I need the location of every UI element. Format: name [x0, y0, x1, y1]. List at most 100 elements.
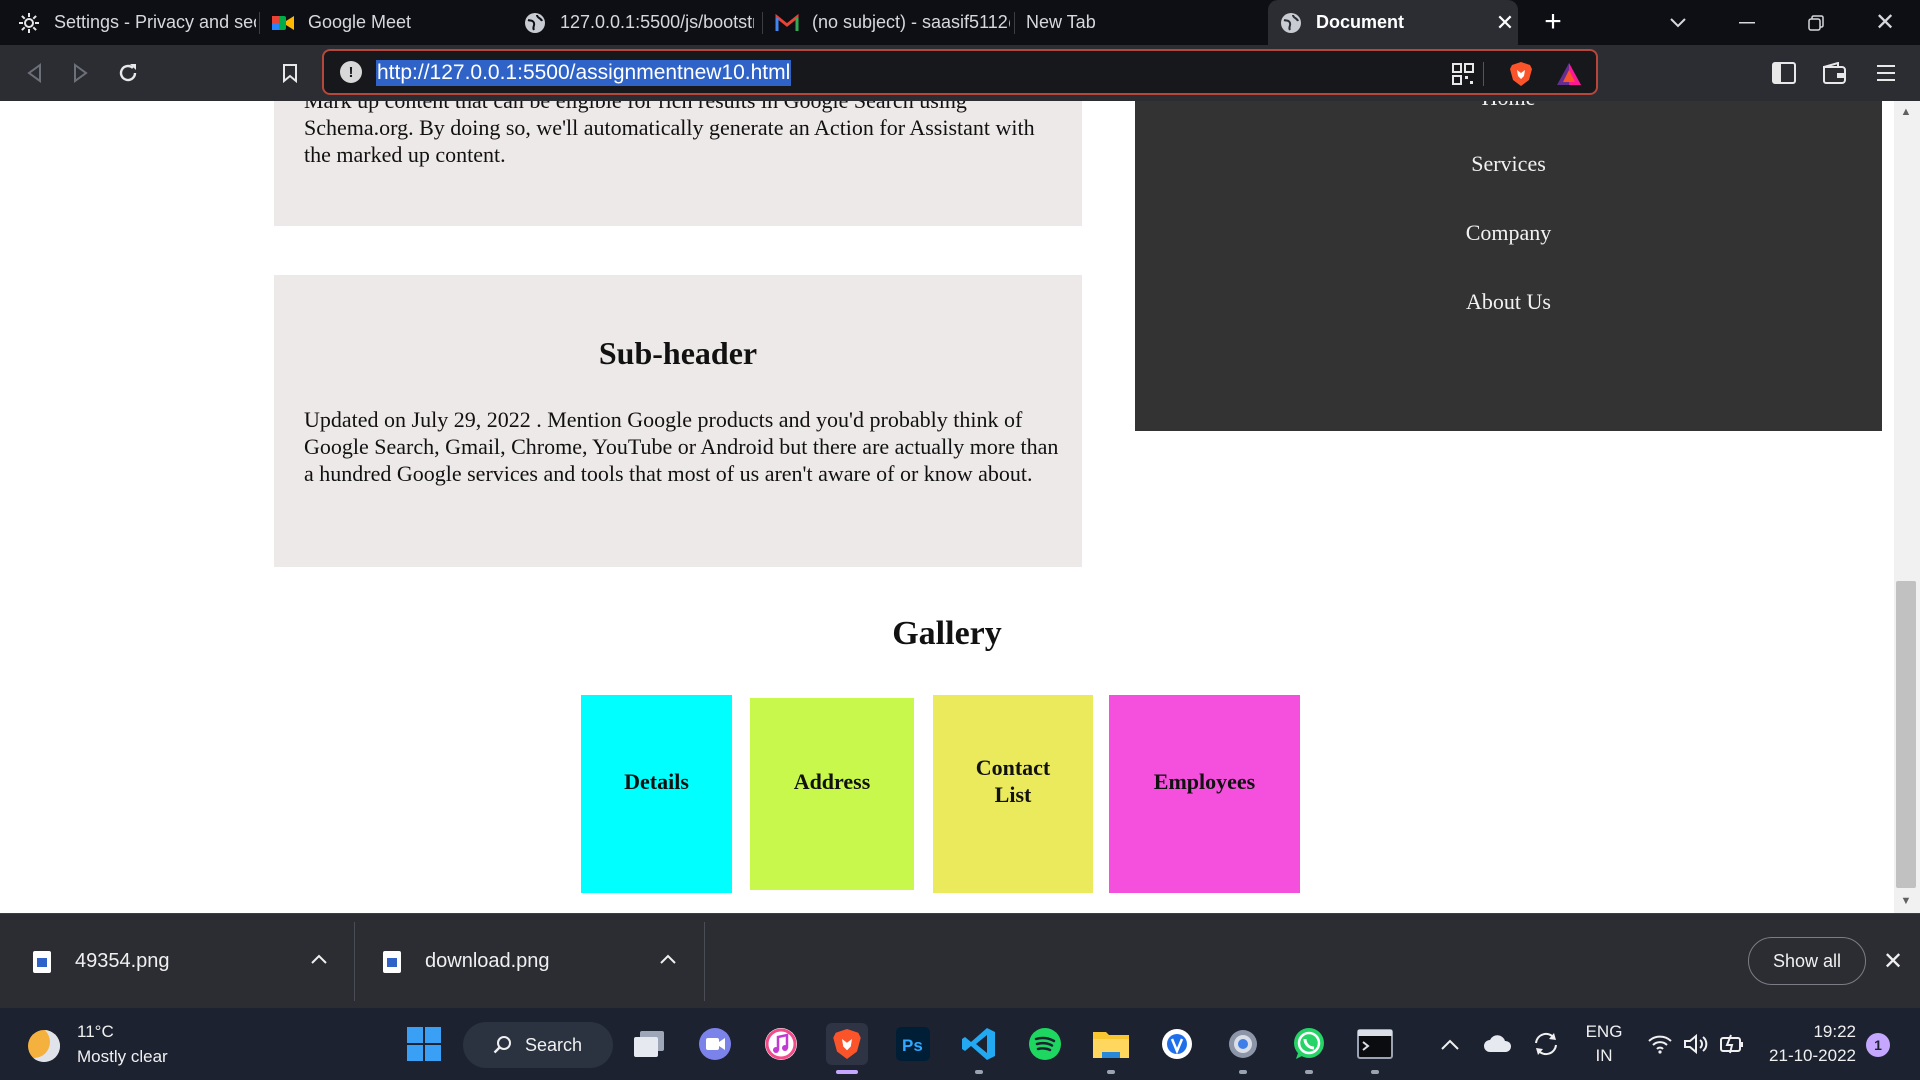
show-all-button[interactable]: Show all: [1748, 937, 1866, 985]
clock-time[interactable]: 19:22: [1756, 1022, 1856, 1042]
bookmark-icon[interactable]: [272, 55, 308, 91]
menu-icon[interactable]: [1868, 55, 1904, 91]
clock-date[interactable]: 21-10-2022: [1756, 1046, 1856, 1066]
show-hidden-icons-chevron-icon[interactable]: [1430, 1023, 1470, 1065]
page-viewport: Mark up content that can be eligible for…: [0, 101, 1920, 913]
scroll-down-arrow-icon[interactable]: ▼: [1896, 892, 1916, 910]
card-text-cutoff: Mark up content that can be eligible for…: [304, 101, 1064, 114]
nav-link-services[interactable]: Services: [1135, 151, 1882, 177]
url-text[interactable]: http://127.0.0.1:5500/assignmentnew10.ht…: [376, 60, 792, 86]
card-text: Updated on July 29, 2022 . Mention Googl…: [304, 407, 1059, 486]
nav-link-about-us[interactable]: About Us: [1135, 289, 1882, 315]
photoshop-icon[interactable]: Ps: [892, 1023, 934, 1065]
spotify-icon[interactable]: [1024, 1023, 1066, 1065]
tab-divider: [762, 12, 763, 34]
open-app-indicator: [1371, 1070, 1379, 1074]
weather-temp[interactable]: 11°C: [77, 1022, 114, 1042]
tile-label: Details: [624, 768, 689, 794]
start-windows-icon[interactable]: [403, 1023, 445, 1065]
active-app-indicator: [836, 1070, 858, 1074]
globe-icon: [1278, 10, 1304, 36]
onedrive-cloud-icon[interactable]: [1478, 1023, 1518, 1065]
teams-chat-icon[interactable]: [694, 1023, 736, 1065]
reload-icon[interactable]: [110, 55, 146, 91]
wallet-icon[interactable]: [1817, 55, 1853, 91]
gallery-tile-address[interactable]: Address: [750, 698, 914, 890]
open-app-indicator: [1305, 1070, 1313, 1074]
omnibox-divider: [1482, 59, 1484, 89]
gallery-tile-contact-list[interactable]: Contact List: [933, 695, 1093, 893]
search-label: Search: [525, 1034, 583, 1055]
new-tab-icon[interactable]: +: [1538, 5, 1568, 38]
site-info-icon[interactable]: !: [340, 61, 362, 83]
tab-search-chevron-icon[interactable]: [1653, 0, 1703, 45]
app-icon[interactable]: [1156, 1023, 1198, 1065]
scroll-up-arrow-icon[interactable]: ▲: [1896, 103, 1916, 121]
tab-label: 127.0.0.1:5500/js/bootstrap: [560, 12, 754, 32]
tab-divider: [259, 12, 260, 34]
card-text: Schema.org. By doing so, we'll automatic…: [304, 115, 1035, 167]
windows-taskbar: 11°C Mostly clear Search Ps ENG IN 19:22…: [0, 1008, 1920, 1080]
tab-bootstrap[interactable]: 127.0.0.1:5500/js/bootstrap: [522, 0, 754, 45]
tab-google-meet[interactable]: Google Meet: [270, 0, 500, 45]
address-bar[interactable]: ! http://127.0.0.1:5500/assignmentnew10.…: [322, 49, 1598, 95]
close-tab-icon[interactable]: ✕: [1490, 8, 1520, 38]
weather-moon-icon[interactable]: [28, 1030, 60, 1062]
terminal-icon[interactable]: [1354, 1023, 1396, 1065]
svg-text:Ps: Ps: [902, 1036, 923, 1055]
wifi-icon[interactable]: [1643, 1023, 1677, 1065]
gear-icon: [16, 10, 42, 36]
restore-icon[interactable]: [1791, 0, 1841, 45]
volume-icon[interactable]: [1679, 1023, 1713, 1065]
tab-settings[interactable]: Settings - Privacy and security: [16, 0, 256, 45]
downloads-bar: 49354.png download.png Show all ✕: [0, 913, 1920, 1008]
search-icon: [493, 1035, 513, 1060]
image-file-icon: [383, 950, 401, 973]
minimize-icon[interactable]: [1722, 0, 1772, 45]
tile-label: Employees: [1153, 768, 1256, 794]
open-app-indicator: [975, 1070, 983, 1074]
tab-document[interactable]: Document: [1268, 0, 1518, 45]
language-indicator-top[interactable]: ENG: [1576, 1022, 1632, 1042]
settings-gear-icon[interactable]: [1222, 1023, 1264, 1065]
sync-icon[interactable]: [1526, 1023, 1566, 1065]
scrollbar-thumb[interactable]: [1896, 581, 1916, 888]
tab-new-tab[interactable]: New Tab: [1026, 0, 1256, 45]
brave-browser-icon[interactable]: [826, 1023, 868, 1065]
chevron-up-icon[interactable]: [653, 944, 683, 974]
nav-link-company[interactable]: Company: [1135, 220, 1882, 246]
nav-link-home[interactable]: Home: [1135, 101, 1882, 111]
card-heading: Sub-header: [598, 335, 758, 371]
nav-sidebar: Home Services Company About Us: [1135, 101, 1882, 431]
close-downloads-icon[interactable]: ✕: [1876, 944, 1910, 978]
download-filename: download.png: [425, 950, 550, 972]
forward-icon[interactable]: [63, 55, 99, 91]
chevron-up-icon[interactable]: [304, 944, 334, 974]
notification-badge[interactable]: 1: [1866, 1033, 1890, 1057]
task-view-icon[interactable]: [628, 1023, 670, 1065]
whatsapp-icon[interactable]: [1288, 1023, 1330, 1065]
tab-label: Google Meet: [308, 12, 412, 32]
vscode-icon[interactable]: [958, 1023, 1000, 1065]
qr-code-icon[interactable]: [1448, 59, 1478, 89]
battery-charging-icon[interactable]: [1715, 1023, 1749, 1065]
gallery-tile-employees[interactable]: Employees: [1109, 695, 1300, 893]
taskbar-search-button[interactable]: Search: [463, 1022, 613, 1068]
file-explorer-icon[interactable]: [1090, 1023, 1132, 1065]
brave-shields-icon[interactable]: [1506, 59, 1536, 89]
close-window-icon[interactable]: ✕: [1860, 0, 1910, 45]
tab-label: Document: [1316, 12, 1405, 32]
itunes-icon[interactable]: [760, 1023, 802, 1065]
download-item-1[interactable]: 49354.png: [33, 914, 170, 1009]
back-icon[interactable]: [16, 55, 52, 91]
weather-desc[interactable]: Mostly clear: [77, 1047, 168, 1067]
download-item-2[interactable]: download.png: [383, 914, 550, 1009]
brave-rewards-icon[interactable]: [1554, 59, 1584, 89]
tab-gmail[interactable]: (no subject) - saasif5112@gmail.com: [774, 0, 1010, 45]
tile-label: Contact List: [975, 755, 1051, 807]
gallery-tile-details[interactable]: Details: [581, 695, 732, 893]
sidebar-toggle-icon[interactable]: [1766, 55, 1802, 91]
tab-strip: Settings - Privacy and security Google M…: [0, 0, 1920, 45]
image-file-icon: [33, 950, 51, 973]
language-indicator-bottom[interactable]: IN: [1576, 1046, 1632, 1066]
